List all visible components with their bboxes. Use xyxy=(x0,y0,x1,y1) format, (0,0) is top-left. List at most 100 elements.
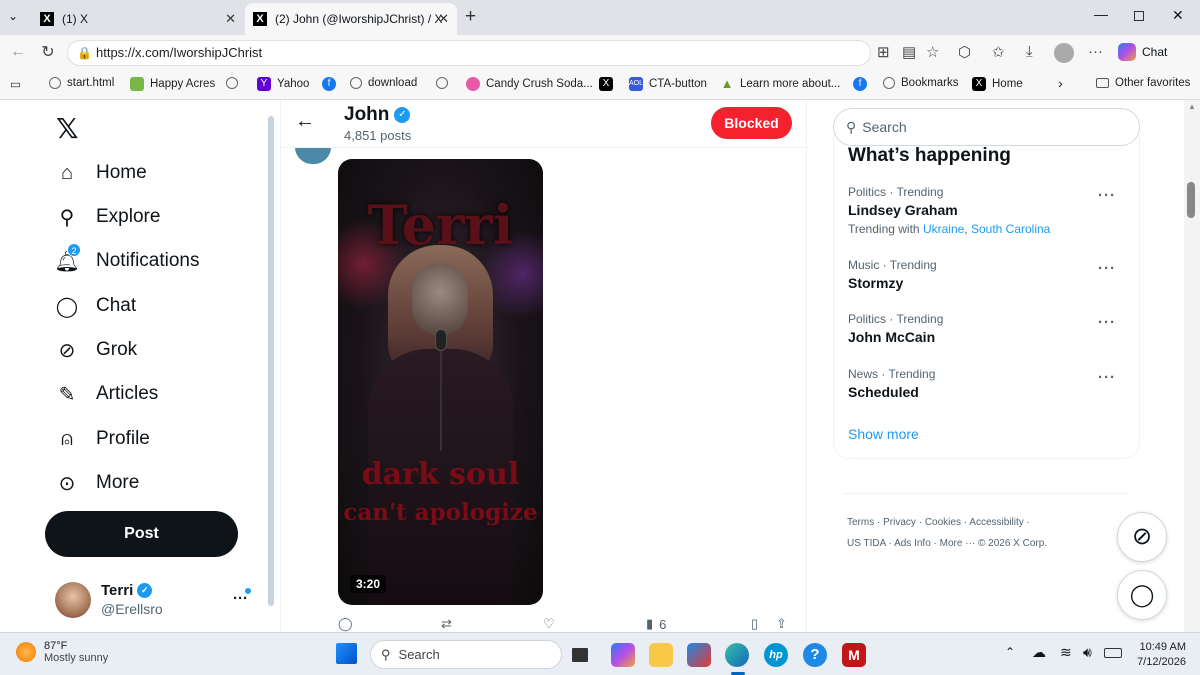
back-arrow-icon[interactable]: ← xyxy=(295,110,315,133)
favorite-globe-2[interactable] xyxy=(436,77,454,89)
trend-link-south-carolina[interactable]: South Carolina xyxy=(971,222,1050,236)
cloud-icon[interactable]: ☁ xyxy=(1032,644,1046,661)
favorite-bookmarks[interactable]: Bookmarks xyxy=(883,77,959,89)
reply-icon[interactable]: ◯ xyxy=(338,616,353,632)
refresh-icon[interactable]: ↻ xyxy=(34,42,62,62)
downloads-icon[interactable]: ⤓ xyxy=(1026,43,1033,60)
close-tab-icon[interactable]: ✕ xyxy=(225,11,236,27)
x-logo-icon[interactable]: 𝕏 xyxy=(56,112,79,145)
close-tab-icon[interactable]: ✕ xyxy=(438,11,449,27)
favorite-home[interactable]: X Home xyxy=(972,77,1023,91)
nav-grok[interactable]: ⊘ Grok xyxy=(55,338,138,362)
extensions-icon[interactable]: ⬡ xyxy=(958,43,971,61)
bookmark-icon[interactable]: ▯ xyxy=(751,616,758,632)
footer-terms[interactable]: Terms xyxy=(847,517,874,528)
favorite-learn-more[interactable]: ▲ Learn more about... xyxy=(720,77,841,91)
favorite-happy-acres[interactable]: Happy Acres xyxy=(130,77,215,91)
copilot-chat-button[interactable]: Chat xyxy=(1118,43,1167,61)
trend-more-icon[interactable]: ··· xyxy=(1098,314,1116,331)
left-scrollbar-thumb[interactable] xyxy=(268,116,274,606)
tab-john-profile[interactable]: X (2) John (@IworshipJChrist) / X ✕ xyxy=(245,3,457,35)
footer-privacy[interactable]: Privacy xyxy=(883,517,916,528)
profile-avatar-icon[interactable] xyxy=(1054,43,1074,63)
blocked-button[interactable]: Blocked xyxy=(711,107,792,139)
battery-icon[interactable] xyxy=(1104,648,1122,658)
views-button[interactable]: ▮ 6 xyxy=(646,616,666,632)
footer-more[interactable]: More ··· xyxy=(940,538,976,549)
scroll-up-arrow-icon[interactable]: ▲ xyxy=(1188,102,1196,111)
footer-ads-info[interactable]: Ads Info xyxy=(894,538,931,549)
trend-item[interactable]: Politics · Trending Lindsey Graham Trend… xyxy=(848,185,1138,245)
favorite-yahoo[interactable]: Y Yahoo xyxy=(257,77,309,91)
minimize-icon[interactable]: — xyxy=(1094,6,1108,22)
other-favorites[interactable]: Other favorites xyxy=(1096,77,1190,89)
hp-icon[interactable]: hp xyxy=(764,643,788,667)
settings-more-icon[interactable]: ··· xyxy=(1088,43,1103,60)
favorites-left-icon[interactable]: ▭ xyxy=(10,77,21,91)
show-more-link[interactable]: Show more xyxy=(848,426,919,442)
nav-explore[interactable]: ⚲ Explore xyxy=(55,205,161,229)
footer-cookies[interactable]: Cookies xyxy=(925,517,961,528)
app-available-icon[interactable]: ⊞ xyxy=(877,43,890,61)
url-field[interactable]: 🔒 https://x.com/IworshipJChrist xyxy=(67,40,871,66)
favorite-start-html[interactable]: start.html xyxy=(49,77,114,89)
tab-list-chevron-icon[interactable]: ⌄ xyxy=(8,9,18,23)
site-info-icon[interactable]: 🔒 xyxy=(77,41,92,65)
taskbar-search[interactable]: ⚲ Search xyxy=(370,640,562,669)
page-scrollbar-thumb[interactable] xyxy=(1187,182,1195,218)
clock[interactable]: 10:49 AM 7/12/2026 xyxy=(1130,640,1186,670)
favorite-candy-crush[interactable]: Candy Crush Soda... xyxy=(466,77,593,91)
task-view-icon[interactable] xyxy=(572,648,588,662)
post-author-avatar[interactable] xyxy=(295,147,331,164)
volume-icon[interactable]: 🔊︎ xyxy=(1083,644,1092,661)
store-icon[interactable] xyxy=(687,643,711,667)
nav-profile[interactable]: ⍝ Profile xyxy=(55,427,150,451)
favorite-download[interactable]: download xyxy=(350,77,417,89)
grok-floating-button[interactable]: ⊘ xyxy=(1117,512,1167,562)
left-scrollbar[interactable] xyxy=(267,110,275,615)
favorites-overflow-chevron-icon[interactable]: › xyxy=(1058,75,1063,91)
trend-more-icon[interactable]: ··· xyxy=(1098,187,1116,204)
copilot-icon[interactable] xyxy=(611,643,635,667)
back-icon[interactable]: ← xyxy=(4,43,32,61)
help-icon[interactable]: ? xyxy=(803,643,827,667)
favorite-facebook-2[interactable]: f xyxy=(853,77,873,91)
repost-icon[interactable]: ⇄ xyxy=(441,616,452,632)
edge-icon[interactable] xyxy=(725,643,749,667)
favorite-x[interactable]: X xyxy=(599,77,619,91)
reader-icon[interactable]: ▤ xyxy=(902,43,916,61)
trend-item[interactable]: Politics · Trending John McCain ··· xyxy=(848,312,1138,352)
like-icon[interactable]: ♡ xyxy=(543,616,555,632)
account-switcher[interactable]: Terri ✓ @Erellsro ··· xyxy=(55,582,255,620)
tray-overflow-chevron-icon[interactable]: ⌃ xyxy=(1005,645,1015,659)
new-tab-icon[interactable]: + xyxy=(465,6,476,28)
trend-more-icon[interactable]: ··· xyxy=(1098,260,1116,277)
nav-home[interactable]: ⌂ Home xyxy=(55,161,147,185)
weather-widget[interactable]: 87°F Mostly sunny xyxy=(16,640,108,664)
favorite-facebook[interactable]: f xyxy=(322,77,342,91)
share-icon[interactable]: ⇪ xyxy=(776,616,787,632)
mcafee-icon[interactable]: M xyxy=(842,643,866,667)
favorite-star-icon[interactable]: ☆ xyxy=(926,43,939,61)
favorite-globe[interactable] xyxy=(226,77,244,89)
post-button[interactable]: Post xyxy=(45,511,238,557)
close-window-icon[interactable]: ✕ xyxy=(1172,7,1184,24)
trend-link-ukraine[interactable]: Ukraine xyxy=(923,222,964,236)
video-player[interactable]: Terri dark soul can't apologize 3:20 xyxy=(338,159,543,605)
nav-chat[interactable]: ◯ Chat xyxy=(55,294,136,318)
tab-x-home[interactable]: X (1) X ✕ xyxy=(32,3,244,35)
footer-accessibility[interactable]: Accessibility xyxy=(969,517,1023,528)
chat-floating-button[interactable]: ◯ xyxy=(1117,570,1167,620)
nav-notifications[interactable]: 🔔︎ 2 Notifications xyxy=(54,243,200,273)
footer-us-tida[interactable]: US TIDA xyxy=(847,538,886,549)
trend-more-icon[interactable]: ··· xyxy=(1098,369,1116,386)
maximize-icon[interactable] xyxy=(1134,11,1144,21)
trend-item[interactable]: Music · Trending Stormzy ··· xyxy=(848,258,1138,298)
windows-start-icon[interactable] xyxy=(336,643,357,664)
favorite-cta-button[interactable]: AOL CTA-button xyxy=(629,77,707,91)
wifi-icon[interactable]: ≋ xyxy=(1060,644,1072,661)
page-scrollbar[interactable]: ▲ xyxy=(1184,100,1200,632)
trend-item[interactable]: News · Trending Scheduled ··· xyxy=(848,367,1138,407)
nav-articles[interactable]: ✎ Articles xyxy=(55,382,159,406)
nav-more[interactable]: ⊙ More xyxy=(55,471,140,495)
